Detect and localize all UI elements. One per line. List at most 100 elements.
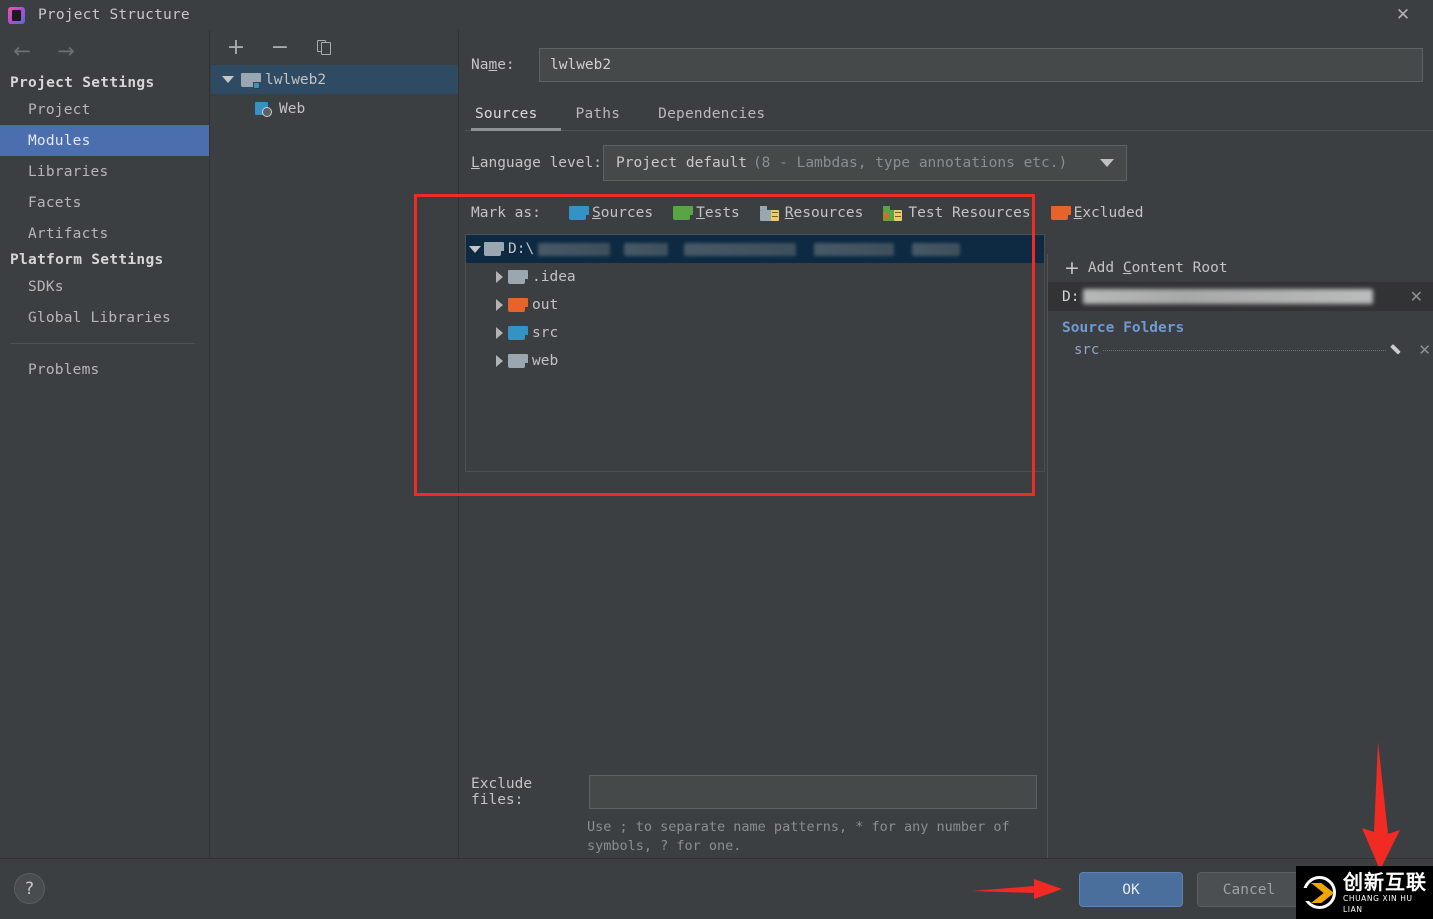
title-bar: Project Structure ✕ bbox=[0, 0, 1433, 30]
chevron-right-icon[interactable] bbox=[490, 299, 508, 311]
mark-as-sources-button[interactable]: Sources bbox=[569, 205, 653, 221]
sidebar-group-platform-settings: Platform Settings bbox=[10, 252, 164, 268]
content-root-row[interactable]: D: ✕ bbox=[1048, 282, 1433, 311]
sidebar-item-project[interactable]: Project bbox=[0, 94, 209, 125]
mark-as-test-resources-label: Test Resources bbox=[908, 205, 1031, 221]
language-level-value: Project default bbox=[616, 155, 747, 171]
language-level-select[interactable]: Project default (8 - Lambdas, type annot… bbox=[603, 145, 1127, 181]
content-roots-panel: + Add Content Root D: ✕ Source Folders s… bbox=[1048, 254, 1433, 374]
chevron-down-icon[interactable] bbox=[1100, 159, 1114, 167]
folder-orange-icon bbox=[508, 298, 528, 312]
chevron-down-icon[interactable] bbox=[221, 73, 235, 87]
module-name-row: Name: bbox=[465, 48, 1423, 82]
modules-panel: + − lwlweb2 Web bbox=[211, 30, 459, 858]
module-tabs: Sources Paths Dependencies bbox=[465, 98, 1433, 131]
tab-dependencies[interactable]: Dependencies bbox=[648, 106, 775, 131]
module-details-panel: Name: Sources Paths Dependencies Languag… bbox=[459, 30, 1433, 858]
back-arrow-icon[interactable]: ← bbox=[8, 39, 36, 63]
close-icon[interactable]: ✕ bbox=[1418, 341, 1431, 359]
tree-row-out[interactable]: out bbox=[466, 291, 1044, 319]
dotted-separator bbox=[1103, 349, 1387, 351]
close-icon[interactable]: ✕ bbox=[1381, 0, 1425, 30]
sidebar-item-global-libraries[interactable]: Global Libraries bbox=[0, 302, 209, 333]
mark-as-tests-label: Tests bbox=[696, 205, 740, 221]
redacted-path bbox=[1083, 289, 1373, 304]
add-content-root-label: Add Content Root bbox=[1087, 260, 1228, 276]
modules-toolbar: + − bbox=[211, 30, 458, 65]
tree-row-idea[interactable]: .idea bbox=[466, 263, 1044, 291]
module-tree-row-web[interactable]: Web bbox=[211, 94, 458, 123]
test-resources-icon bbox=[883, 205, 903, 221]
close-icon[interactable]: ✕ bbox=[1410, 287, 1423, 306]
language-level-label: Language level: bbox=[471, 155, 602, 171]
mark-as-excluded-label: Excluded bbox=[1073, 205, 1144, 221]
sidebar-item-modules[interactable]: Modules bbox=[0, 125, 209, 156]
sidebar-item-problems[interactable]: Problems bbox=[0, 354, 209, 385]
chevron-down-icon[interactable] bbox=[466, 245, 484, 253]
resources-grey-icon bbox=[759, 205, 779, 221]
module-label: lwlweb2 bbox=[265, 71, 327, 88]
pencil-icon[interactable] bbox=[1392, 343, 1406, 357]
folder-grey-icon bbox=[508, 354, 528, 368]
source-folder-row-src[interactable]: src ✕ bbox=[1048, 338, 1433, 362]
mark-as-excluded-button[interactable]: Excluded bbox=[1050, 205, 1144, 221]
chevron-right-icon[interactable] bbox=[490, 327, 508, 339]
logo-pinyin-text: CHUANG XIN HU LIAN bbox=[1343, 893, 1413, 914]
sidebar-divider bbox=[10, 343, 195, 344]
chevron-right-icon[interactable] bbox=[490, 355, 508, 367]
cancel-button[interactable]: Cancel bbox=[1197, 872, 1301, 907]
active-tab-indicator bbox=[471, 128, 561, 131]
mark-as-label: Mark as: bbox=[471, 205, 541, 221]
copy-module-icon[interactable] bbox=[313, 37, 335, 59]
redacted-path bbox=[684, 242, 797, 256]
redacted-path bbox=[624, 242, 669, 256]
web-facet-icon bbox=[255, 101, 272, 117]
sidebar-navigation: ← → bbox=[0, 30, 209, 72]
add-content-root-button[interactable]: + Add Content Root bbox=[1048, 254, 1433, 282]
add-module-icon[interactable]: + bbox=[225, 36, 247, 59]
content-root-file-tree[interactable]: D:\ .idea out src web bbox=[465, 234, 1045, 472]
exclude-files-input[interactable] bbox=[589, 775, 1037, 809]
settings-sidebar: ← → Project Settings Project Modules Lib… bbox=[0, 30, 210, 858]
tree-row-content-root[interactable]: D:\ bbox=[466, 235, 1044, 263]
plus-icon: + bbox=[1064, 256, 1080, 279]
source-folders-title: Source Folders bbox=[1062, 320, 1185, 336]
annotation-arrow-to-ok bbox=[972, 879, 1062, 899]
sidebar-item-sdks[interactable]: SDKs bbox=[0, 271, 209, 302]
source-folder-label: src bbox=[1074, 342, 1100, 358]
tree-row-label: web bbox=[532, 353, 559, 369]
tree-row-web[interactable]: web bbox=[466, 347, 1044, 375]
sidebar-item-libraries[interactable]: Libraries bbox=[0, 156, 209, 187]
intellij-idea-icon bbox=[8, 6, 25, 24]
ok-button[interactable]: OK bbox=[1079, 872, 1183, 907]
mark-as-test-resources-button[interactable]: Test Resources bbox=[883, 205, 1031, 221]
sidebar-item-artifacts[interactable]: Artifacts bbox=[0, 218, 209, 249]
forward-arrow-icon[interactable]: → bbox=[52, 39, 80, 63]
facet-label: Web bbox=[279, 100, 306, 117]
window-title: Project Structure bbox=[38, 7, 190, 23]
exclude-files-label: Exclude files: bbox=[471, 776, 533, 808]
tabs-underline bbox=[465, 130, 1433, 131]
redacted-path bbox=[814, 242, 895, 256]
sidebar-group-project-settings: Project Settings bbox=[10, 75, 155, 91]
help-icon[interactable]: ? bbox=[14, 873, 45, 904]
sidebar-item-facets[interactable]: Facets bbox=[0, 187, 209, 218]
mark-as-resources-label: Resources bbox=[784, 205, 864, 221]
project-structure-dialog: Project Structure ✕ ← → Project Settings… bbox=[0, 0, 1433, 919]
remove-module-icon[interactable]: − bbox=[269, 36, 291, 59]
module-tree-row-lwlweb2[interactable]: lwlweb2 bbox=[211, 65, 458, 94]
exclude-files-hint: Use ; to separate name patterns, * for a… bbox=[587, 819, 1010, 854]
module-name-input[interactable] bbox=[539, 48, 1423, 82]
mark-as-resources-button[interactable]: Resources bbox=[759, 205, 864, 221]
module-folder-icon bbox=[241, 72, 261, 89]
tree-row-label: src bbox=[532, 325, 559, 341]
tree-row-src[interactable]: src bbox=[466, 319, 1044, 347]
folder-green-icon bbox=[673, 206, 694, 220]
content-root-prefix: D: bbox=[1062, 288, 1080, 305]
chevron-right-icon[interactable] bbox=[490, 271, 508, 283]
annotation-arrow-down bbox=[1362, 742, 1400, 870]
tab-paths[interactable]: Paths bbox=[566, 106, 631, 131]
mark-as-sources-label: Sources bbox=[592, 205, 654, 221]
watermark-logo: 创新互联 CHUANG XIN HU LIAN bbox=[1296, 866, 1433, 919]
mark-as-tests-button[interactable]: Tests bbox=[673, 205, 740, 221]
